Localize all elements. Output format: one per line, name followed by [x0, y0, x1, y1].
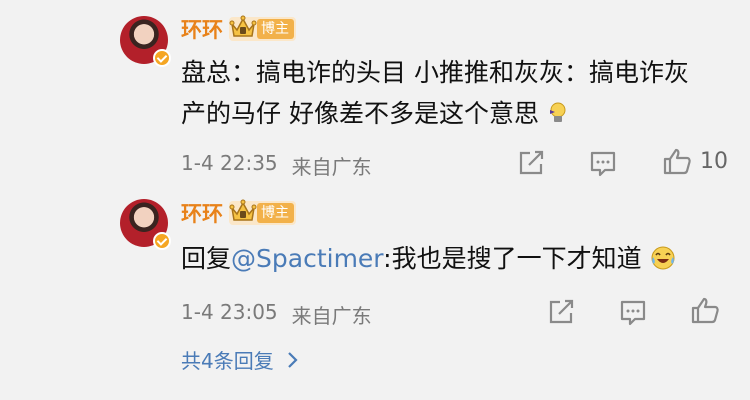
mention-link[interactable]: @Spactimer — [231, 244, 383, 273]
crown-icon — [229, 15, 257, 37]
like-button[interactable] — [690, 296, 728, 324]
host-badge-label: 博主 — [257, 203, 294, 223]
reply-prefix: 回复 — [181, 244, 232, 273]
comment-time: 1-4 23:05 — [181, 300, 278, 324]
avatar[interactable] — [120, 199, 171, 250]
share-button[interactable] — [516, 149, 546, 177]
lightbulb-emoji — [549, 102, 566, 122]
crown-icon — [229, 199, 257, 221]
comment-icon — [590, 151, 616, 177]
comment-text: 盘总：搞电诈的头目 小推推和灰灰：搞电诈灰产的马仔 好像差不多是这个意思 — [181, 58, 689, 128]
chevron-right-icon — [287, 351, 298, 368]
like-button[interactable]: 10 — [662, 147, 728, 175]
laughing-crying-emoji — [651, 246, 675, 270]
host-badge-label: 博主 — [257, 19, 294, 39]
share-button[interactable] — [546, 298, 576, 326]
more-replies-label: 共4条回复 — [181, 349, 274, 373]
more-replies-link[interactable]: 共4条回复 — [181, 345, 298, 374]
like-icon — [663, 148, 691, 175]
comment-meta: 1-4 23:05 来自广东 — [181, 300, 372, 329]
comment-icon — [620, 300, 646, 326]
verified-icon — [153, 49, 171, 67]
share-icon — [519, 150, 544, 175]
comment-header: 环环 博主 — [181, 198, 296, 228]
avatar[interactable] — [120, 16, 171, 67]
comment-button[interactable] — [618, 298, 648, 326]
share-icon — [549, 299, 574, 324]
comment-header: 环环 博主 — [181, 14, 296, 44]
like-count: 10 — [700, 148, 728, 174]
host-badge: 博主 — [229, 199, 296, 225]
comment-location: 来自广东 — [291, 304, 372, 328]
comment-content: 盘总：搞电诈的头目 小推推和灰灰：搞电诈灰产的马仔 好像差不多是这个意思 — [181, 52, 711, 134]
comment-text: :我也是搜了一下才知道 — [383, 244, 642, 273]
comment-meta: 1-4 22:35 来自广东 — [181, 151, 372, 180]
username[interactable]: 环环 — [181, 14, 223, 44]
like-icon — [691, 297, 719, 324]
comment-location: 来自广东 — [291, 155, 372, 179]
comment-time: 1-4 22:35 — [181, 151, 278, 175]
username[interactable]: 环环 — [181, 198, 223, 228]
verified-icon — [153, 232, 171, 250]
comment-button[interactable] — [588, 149, 618, 177]
host-badge: 博主 — [229, 15, 296, 41]
comment-content: 回复@Spactimer:我也是搜了一下才知道 — [181, 238, 711, 279]
